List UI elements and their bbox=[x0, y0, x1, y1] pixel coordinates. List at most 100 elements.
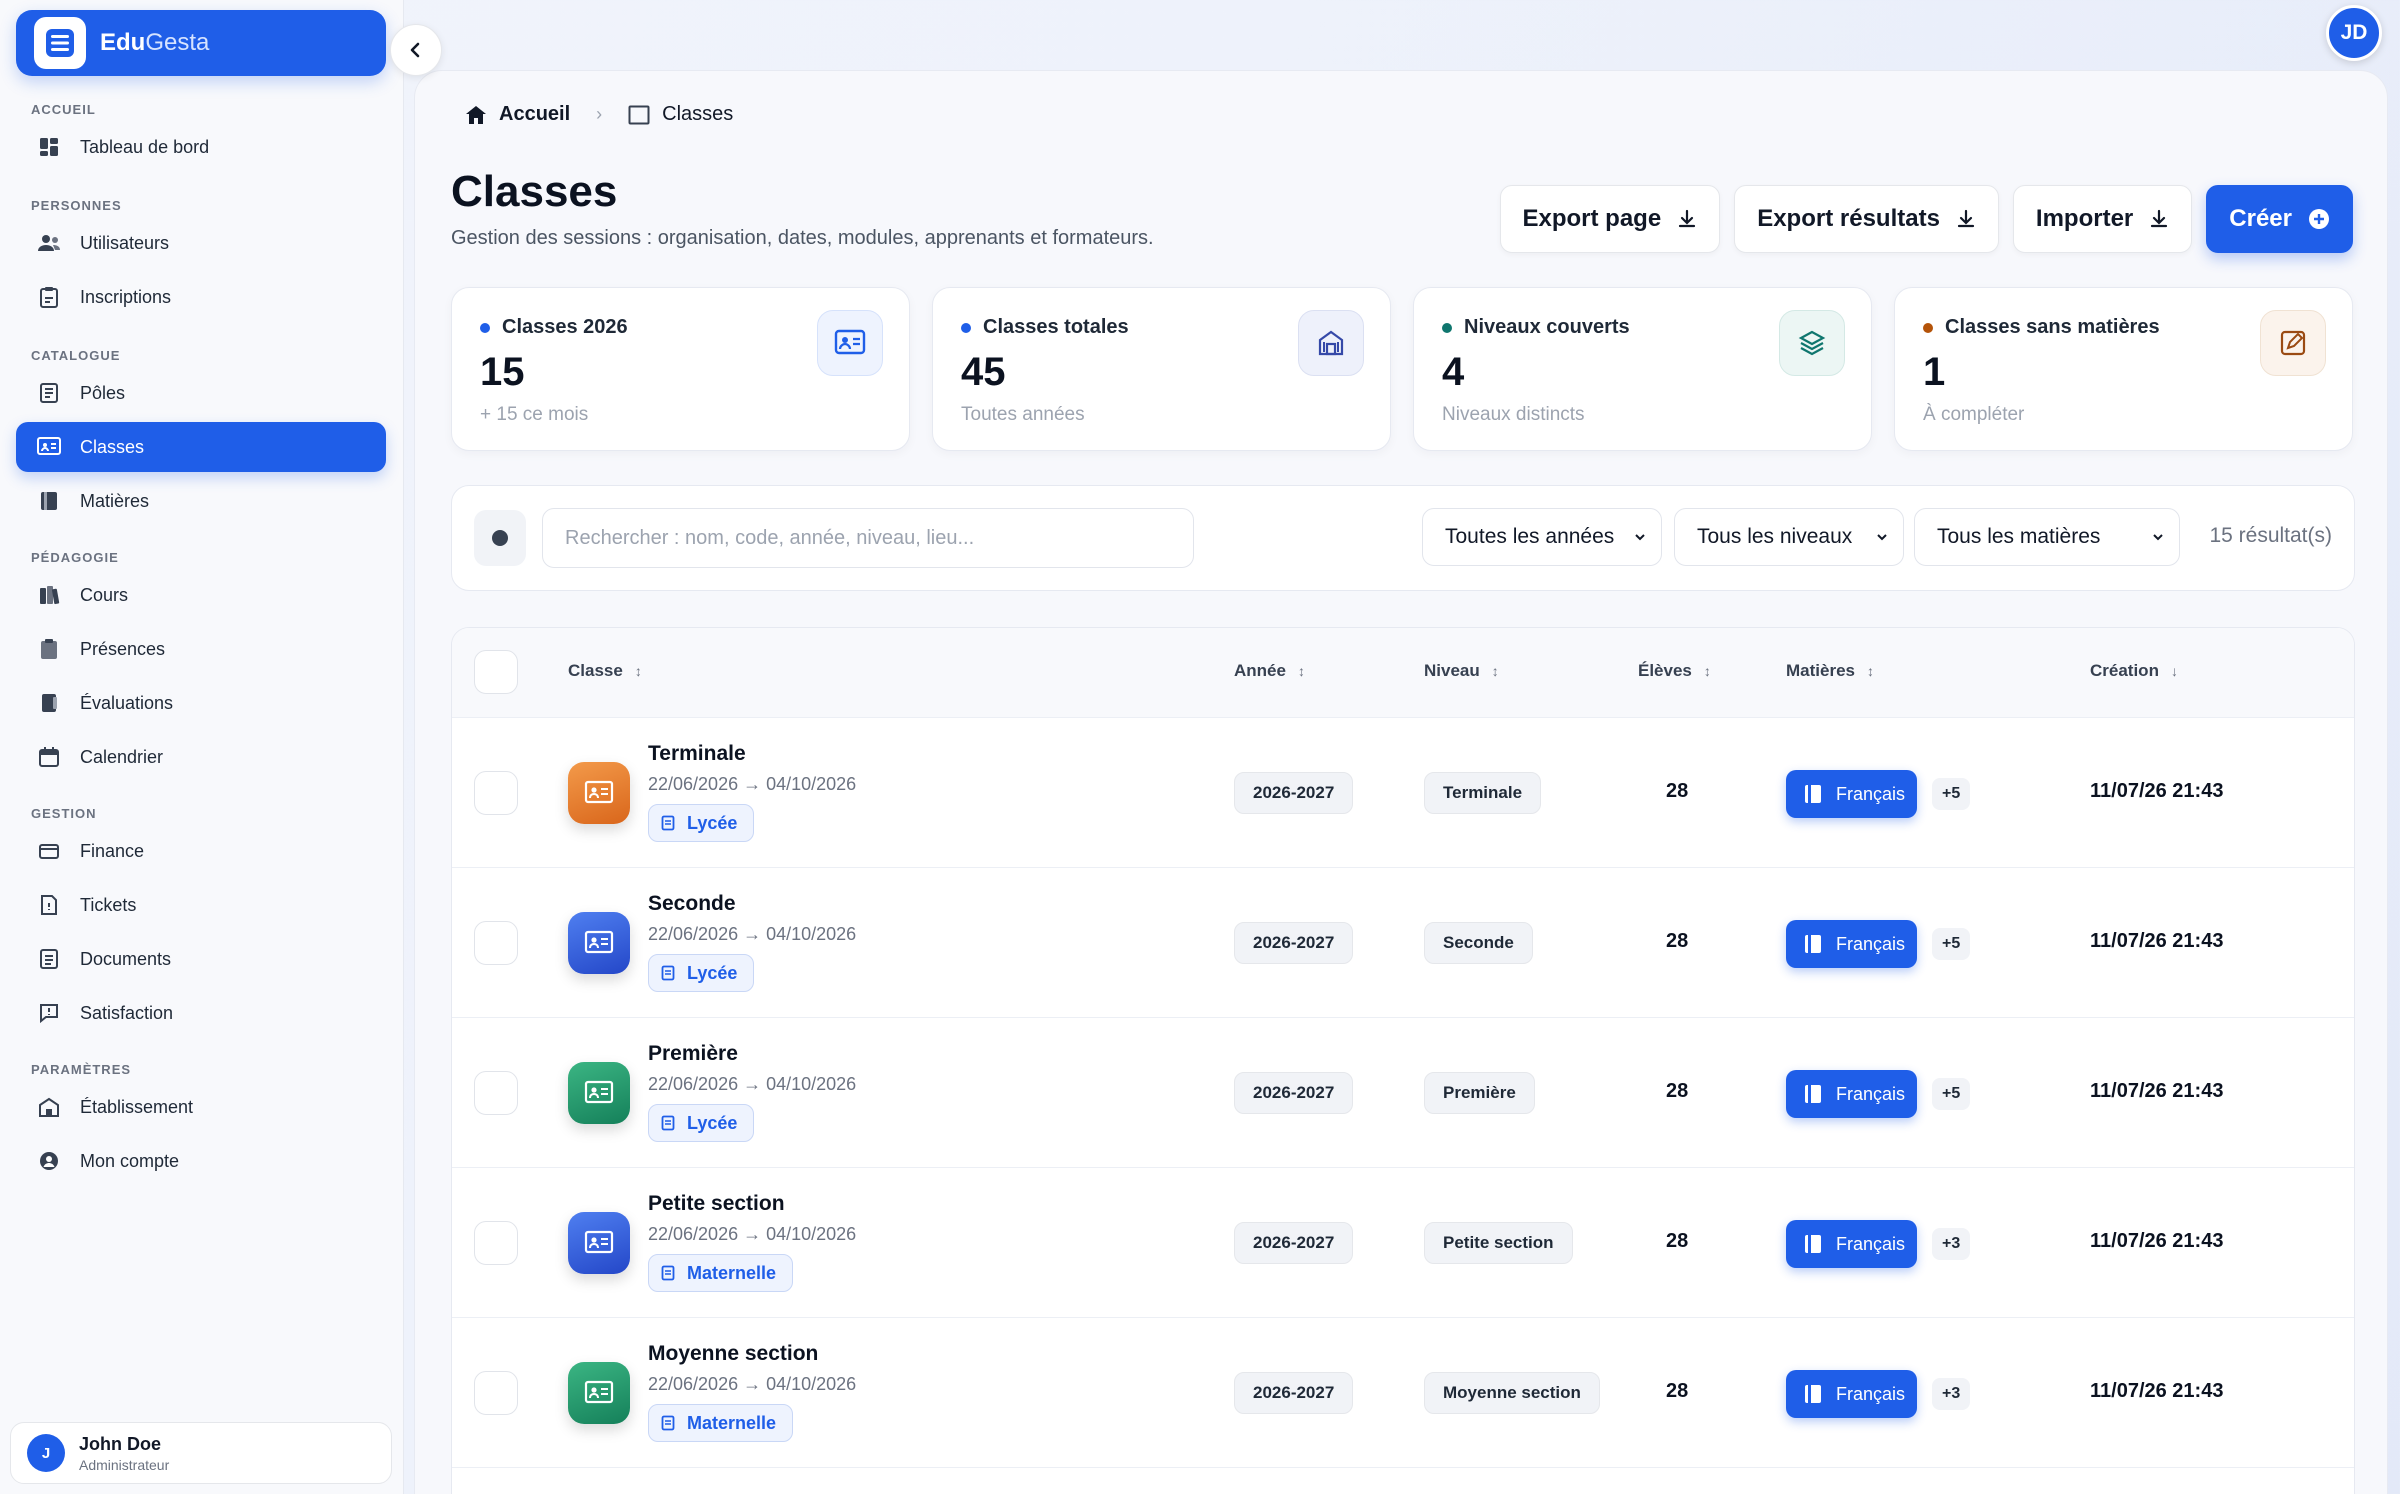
sidebar-item-label: Tickets bbox=[80, 894, 137, 915]
class-name[interactable]: Moyenne section bbox=[648, 1342, 818, 1366]
section-label-pedagogie: PÉDAGOGIE bbox=[31, 550, 119, 565]
class-dates: 22/06/2026 → 04/10/2026 bbox=[648, 1224, 857, 1244]
export-page-button[interactable]: Export page bbox=[1499, 185, 1721, 253]
stat-note: À compléter bbox=[1923, 404, 2025, 425]
status-dot bbox=[1923, 322, 1933, 333]
table-row[interactable]: Première 22/06/2026 → 04/10/2026 Lycée 2… bbox=[452, 1018, 2354, 1168]
row-checkbox[interactable] bbox=[474, 1371, 518, 1415]
status-dot bbox=[1442, 322, 1452, 333]
level-select[interactable]: Tous les niveaux bbox=[1674, 508, 1904, 566]
column-header-matieres[interactable]: Matières ↕ bbox=[1786, 661, 1874, 681]
sidebar-item-evaluations[interactable]: Évaluations bbox=[16, 678, 386, 728]
breadcrumb-home[interactable]: Accueil bbox=[465, 103, 570, 126]
book-icon bbox=[1805, 785, 1821, 803]
sidebar-item-inscriptions[interactable]: Inscriptions bbox=[16, 272, 386, 322]
year-pill: 2026-2027 bbox=[1234, 1222, 1354, 1264]
collapse-sidebar-button[interactable] bbox=[390, 24, 442, 76]
row-checkbox[interactable] bbox=[474, 1071, 518, 1115]
row-checkbox[interactable] bbox=[474, 1221, 518, 1265]
creation-date: 11/07/26 21:43 bbox=[2090, 930, 2224, 952]
sidebar-item-label: Tableau de bord bbox=[80, 136, 210, 157]
filter-toggle-button[interactable] bbox=[474, 510, 526, 566]
subject-button[interactable]: Français bbox=[1786, 1220, 1918, 1268]
sidebar-item-utilisateurs[interactable]: Utilisateurs bbox=[16, 218, 386, 268]
classroom-icon bbox=[568, 1212, 630, 1274]
class-name[interactable]: Petite section bbox=[648, 1192, 785, 1216]
table-row[interactable]: Terminale 22/06/2026 → 04/10/2026 Lycée … bbox=[452, 718, 2354, 868]
class-pole-tag[interactable]: Maternelle bbox=[648, 1254, 794, 1292]
level-pill: Première bbox=[1424, 1072, 1535, 1114]
user-card[interactable]: J John Doe Administrateur bbox=[10, 1422, 392, 1484]
sidebar-item-label: Établissement bbox=[80, 1096, 194, 1117]
sidebar-item-poles[interactable]: Pôles bbox=[16, 368, 386, 418]
download-icon bbox=[2151, 209, 2168, 228]
table-row[interactable]: Moyenne section 22/06/2026 → 04/10/2026 … bbox=[452, 1318, 2354, 1468]
sidebar-item-label: Calendrier bbox=[80, 746, 164, 767]
level-pill: Moyenne section bbox=[1424, 1372, 1600, 1414]
section-label-parametres: PARAMÈTRES bbox=[31, 1062, 132, 1077]
search-input[interactable] bbox=[542, 508, 1194, 568]
students-count: 28 bbox=[1666, 930, 1689, 952]
class-name[interactable]: Seconde bbox=[648, 892, 736, 916]
column-header-creation[interactable]: Création ↓ bbox=[2090, 661, 2178, 681]
column-header-annee[interactable]: Année ↕ bbox=[1234, 661, 1305, 681]
subject-button[interactable]: Français bbox=[1786, 1370, 1918, 1418]
row-checkbox[interactable] bbox=[474, 921, 518, 965]
class-pole-tag[interactable]: Lycée bbox=[648, 954, 755, 992]
sidebar-item-cours[interactable]: Cours bbox=[16, 570, 386, 620]
select-all-checkbox[interactable] bbox=[474, 650, 518, 694]
logo-icon bbox=[34, 17, 86, 69]
sidebar-item-satisfaction[interactable]: Satisfaction bbox=[16, 988, 386, 1038]
sidebar-item-tickets[interactable]: Tickets bbox=[16, 880, 386, 930]
document-icon bbox=[661, 1415, 675, 1431]
sidebar-item-label: Utilisateurs bbox=[80, 232, 170, 253]
students-count: 28 bbox=[1666, 1230, 1689, 1252]
brand-logo-link[interactable]: EduGesta bbox=[16, 10, 386, 76]
create-button[interactable]: Créer bbox=[2206, 185, 2353, 253]
book-icon bbox=[1805, 1085, 1821, 1103]
class-pole-tag[interactable]: Lycée bbox=[648, 804, 755, 842]
more-subjects-badge[interactable]: +5 bbox=[1932, 778, 1971, 810]
column-header-niveau[interactable]: Niveau ↕ bbox=[1424, 661, 1499, 681]
class-pole-tag[interactable]: Maternelle bbox=[648, 1404, 794, 1442]
class-name[interactable]: Terminale bbox=[648, 742, 746, 766]
subject-select[interactable]: Tous les matières bbox=[1914, 508, 2180, 566]
subject-button[interactable]: Français bbox=[1786, 1070, 1918, 1118]
subject-button[interactable]: Français bbox=[1786, 920, 1918, 968]
class-pole-tag[interactable]: Lycée bbox=[648, 1104, 755, 1142]
sidebar-item-tableau-de-bord[interactable]: Tableau de bord bbox=[16, 122, 386, 172]
book-icon bbox=[1805, 1385, 1821, 1403]
class-name[interactable]: Première bbox=[648, 1042, 738, 1066]
sidebar-item-label: Classes bbox=[80, 436, 145, 457]
column-header-classe[interactable]: Classe ↕ bbox=[568, 661, 642, 681]
table-row[interactable]: Seconde 22/06/2026 → 04/10/2026 Lycée 20… bbox=[452, 868, 2354, 1018]
sidebar-item-mon-compte[interactable]: Mon compte bbox=[16, 1136, 386, 1186]
more-subjects-badge[interactable]: +5 bbox=[1932, 928, 1971, 960]
sidebar-item-presences[interactable]: Présences bbox=[16, 624, 386, 674]
table-row[interactable]: Petite section 22/06/2026 → 04/10/2026 M… bbox=[452, 1168, 2354, 1318]
export-results-button[interactable]: Export résultats bbox=[1734, 185, 1999, 253]
ticket-icon bbox=[36, 892, 62, 918]
top-user-avatar[interactable]: JD bbox=[2326, 5, 2382, 61]
chevron-left-icon bbox=[410, 42, 420, 58]
column-header-eleves[interactable]: Élèves ↕ bbox=[1638, 661, 1711, 681]
layers-icon bbox=[1779, 310, 1845, 376]
sidebar-item-etablissement[interactable]: Établissement bbox=[16, 1082, 386, 1132]
sidebar-item-classes[interactable]: Classes bbox=[16, 422, 386, 472]
classes-table: Classe ↕ Année ↕ Niveau ↕ Élèves ↕ Matières ↕… bbox=[451, 627, 2355, 1494]
page-title: Classes bbox=[451, 167, 618, 216]
subject-button[interactable]: Français bbox=[1786, 770, 1918, 818]
more-subjects-badge[interactable]: +3 bbox=[1932, 1228, 1971, 1260]
sidebar-item-calendrier[interactable]: Calendrier bbox=[16, 732, 386, 782]
sidebar-item-matieres[interactable]: Matières bbox=[16, 476, 386, 526]
more-subjects-badge[interactable]: +5 bbox=[1932, 1078, 1971, 1110]
more-subjects-badge[interactable]: +3 bbox=[1932, 1378, 1971, 1410]
level-pill: Petite section bbox=[1424, 1222, 1573, 1264]
year-select[interactable]: Toutes les années bbox=[1422, 508, 1662, 566]
document-icon bbox=[36, 380, 62, 406]
row-checkbox[interactable] bbox=[474, 771, 518, 815]
sidebar-item-finance[interactable]: Finance bbox=[16, 826, 386, 876]
sidebar-item-documents[interactable]: Documents bbox=[16, 934, 386, 984]
import-button[interactable]: Importer bbox=[2012, 185, 2193, 253]
sidebar-item-label: Pôles bbox=[80, 382, 126, 403]
